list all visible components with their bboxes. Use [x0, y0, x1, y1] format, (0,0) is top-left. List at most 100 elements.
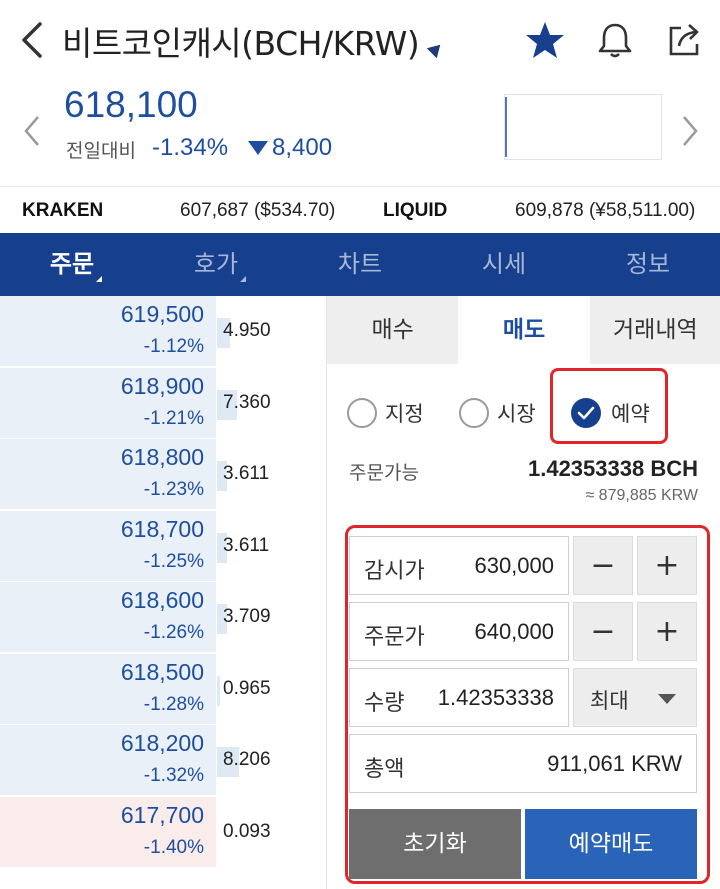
row-percent: -1.26% — [143, 622, 204, 643]
coin-selector[interactable]: 비트코인캐시(BCH/KRW) — [62, 16, 446, 66]
back-icon[interactable] — [14, 18, 50, 62]
change-label: 전일대비 — [66, 140, 136, 162]
exchange-prices: KRAKEN 607,687 ($534.70) LIQUID 609,878 … — [0, 186, 720, 233]
row-price: 618,900 — [120, 372, 204, 399]
tab-sell[interactable]: 매도 — [458, 296, 590, 364]
available-label: 주문가능 — [349, 462, 419, 484]
price-cell: 617,700 -1.40% — [0, 796, 216, 867]
row-price: 618,700 — [120, 515, 204, 542]
field-value: 640,000 — [474, 619, 554, 644]
price-cell: 619,500 -1.12% — [0, 296, 216, 366]
tab-info[interactable]: 정보 — [576, 233, 720, 296]
main-tabs: 주문 호가 차트 시세 정보 — [0, 233, 720, 296]
plus-icon: + — [654, 548, 680, 583]
row-price: 619,500 — [120, 301, 204, 327]
tab-label: 시세 — [481, 250, 527, 278]
down-triangle-icon — [248, 141, 268, 155]
row-percent: -1.25% — [143, 550, 204, 572]
exchange-name: KRAKEN — [22, 200, 104, 221]
price-summary: 618,100 전일대비 -1.34% 8,400 — [0, 84, 720, 184]
tab-buy[interactable]: 매수 — [327, 296, 459, 364]
radio-market[interactable]: 시장 — [459, 396, 536, 430]
tab-orderbook[interactable]: 호가 — [144, 233, 288, 296]
tab-label: 차트 — [337, 250, 383, 278]
plus-icon: + — [654, 614, 680, 649]
price-cell: 618,900 -1.21% — [0, 367, 216, 438]
row-percent: -1.12% — [143, 336, 204, 357]
prev-coin-icon[interactable] — [22, 114, 42, 148]
tab-label: 정보 — [625, 250, 671, 278]
radio-limit[interactable]: 지정 — [347, 396, 424, 430]
price-cell: 618,500 -1.28% — [0, 653, 216, 724]
orderbook-row[interactable]: 618,200 -1.32% 8.206 — [0, 725, 326, 796]
exchange-value: 607,687 ($534.70) — [180, 200, 336, 221]
exchange-name: LIQUID — [383, 200, 448, 221]
qty-cell: 3.709 — [217, 582, 326, 652]
orderbook-row[interactable]: 618,500 -1.28% 0.965 — [0, 653, 326, 725]
orderbook-row[interactable]: 618,700 -1.25% 3.611 — [0, 510, 326, 582]
qty-cell: 0.093 — [217, 796, 326, 867]
next-coin-icon[interactable] — [680, 114, 700, 148]
check-icon — [571, 398, 601, 428]
minus-icon: − — [590, 548, 616, 583]
order-price-minus-button[interactable]: − — [573, 602, 633, 661]
tab-label: 호가 — [193, 250, 239, 278]
change-amount: 8,400 — [272, 134, 333, 161]
row-price: 618,500 — [120, 658, 204, 685]
price-cell: 618,700 -1.25% — [0, 510, 216, 581]
order-price-plus-button[interactable]: + — [637, 602, 697, 661]
dropdown-caret-icon — [658, 694, 676, 704]
row-price: 618,200 — [120, 730, 204, 756]
reset-button[interactable]: 초기화 — [349, 809, 521, 879]
price-cell: 618,600 -1.26% — [0, 582, 216, 652]
row-quantity: 4.950 — [223, 320, 271, 341]
tab-quotes[interactable]: 시세 — [432, 233, 576, 296]
row-percent: -1.40% — [143, 836, 204, 858]
radio-reserve[interactable]: 예약 — [571, 396, 650, 430]
change-percent: -1.34% — [152, 134, 229, 161]
orderbook-row[interactable]: 618,800 -1.23% 3.611 — [0, 439, 326, 510]
orderbook-row[interactable]: 618,900 -1.21% 7.360 — [0, 367, 326, 439]
radio-label: 시장 — [497, 402, 536, 426]
tab-order[interactable]: 주문 — [0, 233, 144, 296]
minus-icon: − — [590, 614, 616, 649]
orderbook-row[interactable]: 618,600 -1.26% 3.709 — [0, 582, 326, 653]
row-price: 617,700 — [120, 801, 204, 828]
row-price: 618,600 — [120, 587, 204, 613]
tab-history[interactable]: 거래내역 — [589, 296, 720, 364]
row-quantity: 3.611 — [223, 463, 270, 484]
max-quantity-select[interactable]: 최대 — [573, 668, 697, 727]
watch-price-minus-button[interactable]: − — [573, 536, 633, 595]
tab-label: 주문 — [49, 250, 95, 278]
radio-circle-icon — [347, 398, 377, 428]
bell-icon[interactable] — [595, 20, 635, 60]
corner-triangle-icon — [240, 276, 246, 282]
order-price-field[interactable]: 주문가 640,000 — [349, 602, 569, 661]
row-quantity: 0.093 — [223, 820, 271, 842]
field-value: 630,000 — [474, 553, 554, 578]
field-value: 1.42353338 — [437, 685, 554, 710]
row-quantity: 8.206 — [223, 749, 271, 770]
radio-circle-icon — [459, 398, 489, 428]
order-panel: 매수 매도 거래내역 지정 시장 예약 주문가능 1.42353338 BCH … — [326, 296, 720, 889]
star-icon[interactable] — [525, 20, 565, 60]
select-label: 최대 — [590, 689, 629, 713]
price-cell: 618,800 -1.23% — [0, 439, 216, 509]
radio-label: 예약 — [611, 402, 650, 426]
watch-price-field[interactable]: 감시가 630,000 — [349, 536, 569, 595]
app-header: 비트코인캐시(BCH/KRW) — [0, 0, 720, 84]
qty-cell: 7.360 — [217, 367, 326, 438]
reserve-sell-button[interactable]: 예약매도 — [525, 809, 697, 879]
orderbook-row[interactable]: 617,700 -1.40% 0.093 — [0, 796, 326, 868]
qty-cell: 8.206 — [217, 725, 326, 795]
quantity-field[interactable]: 수량 1.42353338 — [349, 668, 569, 727]
share-icon[interactable] — [665, 20, 705, 60]
field-value: 911,061 KRW — [547, 751, 682, 776]
available-value: 1.42353338 BCH — [527, 456, 698, 481]
mini-chart[interactable] — [504, 94, 662, 160]
tab-chart[interactable]: 차트 — [288, 233, 432, 296]
orderbook-row[interactable]: 619,500 -1.12% 4.950 — [0, 296, 326, 367]
qty-cell: 0.965 — [217, 653, 326, 724]
watch-price-plus-button[interactable]: + — [637, 536, 697, 595]
qty-cell: 3.611 — [217, 439, 326, 509]
